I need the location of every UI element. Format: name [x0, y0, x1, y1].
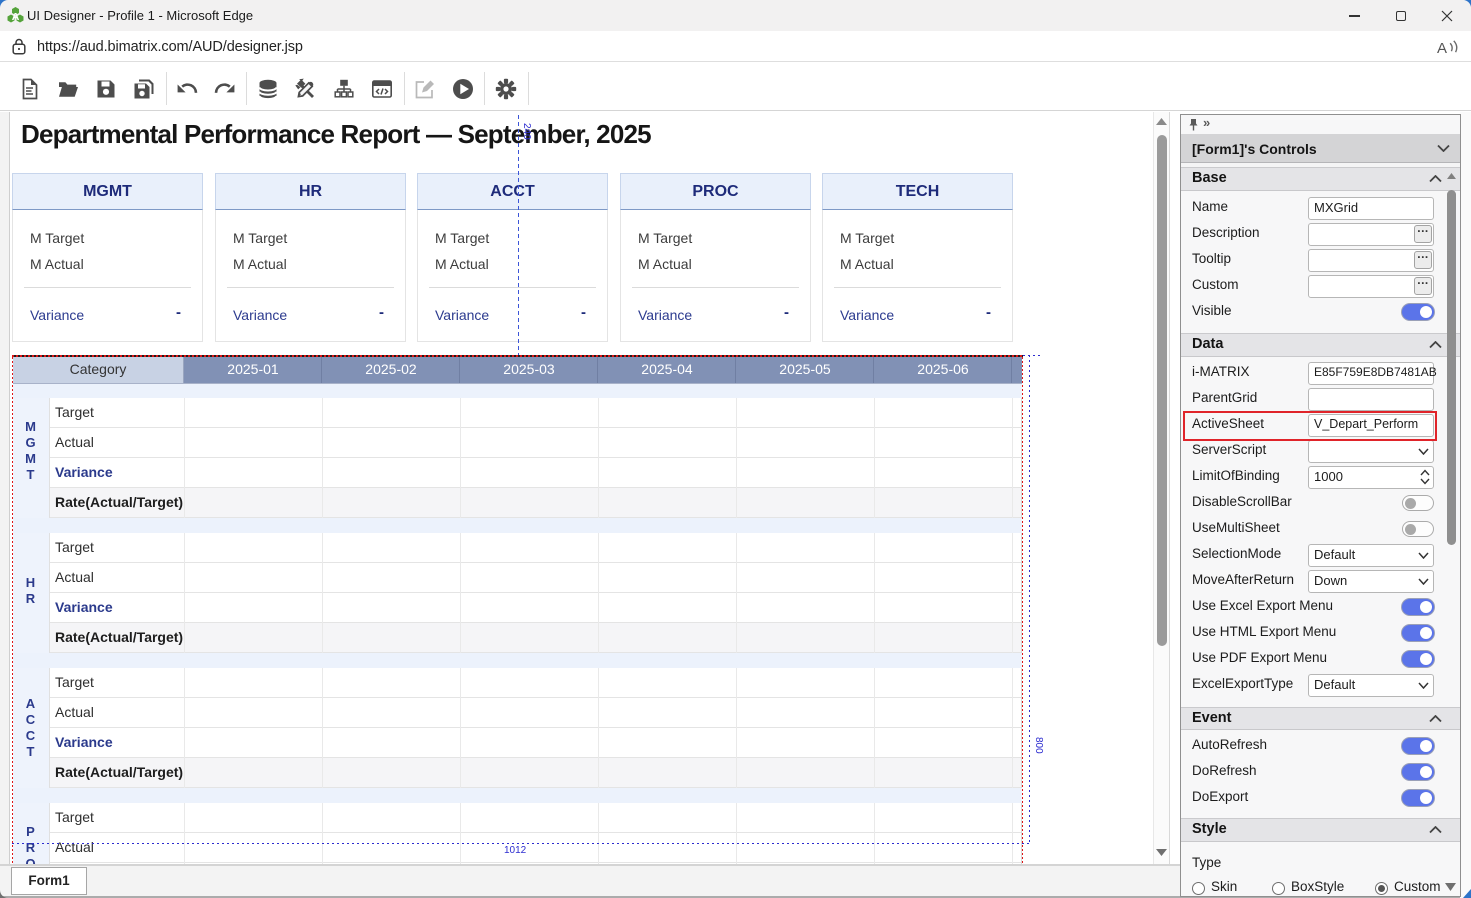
svg-text:A: A — [12, 11, 20, 23]
svg-text:A: A — [1437, 40, 1447, 57]
